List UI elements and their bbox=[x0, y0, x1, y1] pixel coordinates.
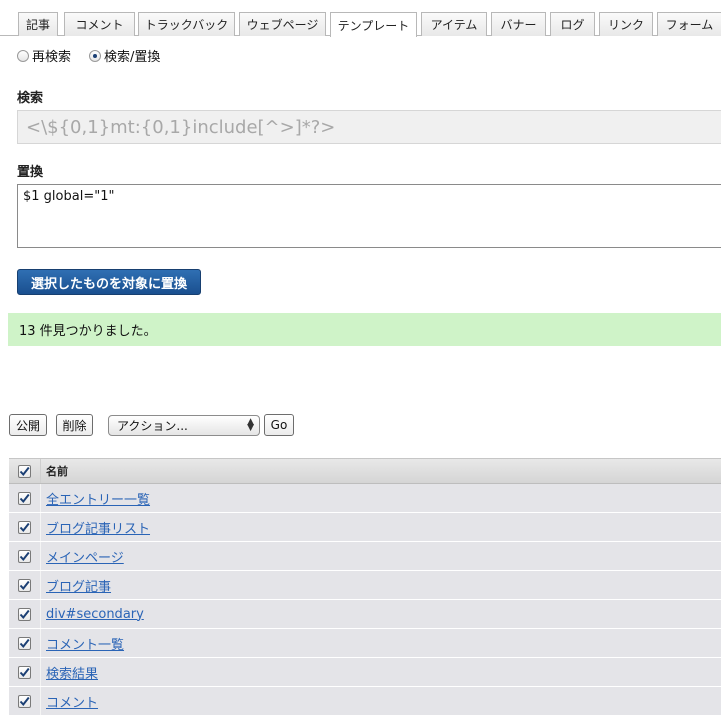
search-input[interactable]: <\${0,1}mt:{0,1}include[^>]*?> bbox=[17, 110, 721, 144]
tab-comments[interactable]: コメント bbox=[64, 12, 135, 36]
tab-trackbacks[interactable]: トラックバック bbox=[138, 12, 235, 36]
radio-unchecked[interactable] bbox=[17, 49, 29, 62]
template-name-link[interactable]: メインページ bbox=[41, 547, 124, 566]
go-button[interactable]: Go bbox=[264, 414, 294, 436]
mode-option-label: 再検索 bbox=[32, 50, 72, 65]
template-name-link[interactable]: div#secondary bbox=[41, 607, 144, 622]
row-checkbox-cell bbox=[9, 484, 41, 512]
result-message: 13 件見つかりました。 bbox=[8, 313, 721, 346]
row-checkbox-cell bbox=[9, 658, 41, 686]
row-checkbox-cell bbox=[9, 629, 41, 657]
template-name-link[interactable]: ブログ記事リスト bbox=[41, 518, 150, 537]
tab-forms[interactable]: フォーム bbox=[657, 12, 721, 36]
check-icon bbox=[19, 696, 30, 706]
row-checkbox[interactable] bbox=[18, 665, 31, 679]
replace-selected-button[interactable]: 選択したものを対象に置換 bbox=[17, 269, 201, 295]
tab-logs[interactable]: ログ bbox=[550, 12, 595, 36]
tab-items[interactable]: アイテム bbox=[421, 12, 487, 36]
tab-bar: 記事 コメント トラックバック ウェブページ テンプレート アイテム バナー ロ… bbox=[0, 0, 721, 37]
delete-button[interactable]: 削除 bbox=[56, 414, 93, 436]
check-icon bbox=[19, 609, 30, 619]
search-label: 検索 bbox=[17, 91, 44, 106]
row-checkbox[interactable] bbox=[18, 578, 31, 592]
table-row: コメント一覧 bbox=[9, 629, 721, 658]
row-checkbox-cell bbox=[9, 513, 41, 541]
row-checkbox[interactable] bbox=[18, 607, 31, 621]
check-icon bbox=[19, 493, 30, 503]
row-checkbox-cell bbox=[9, 571, 41, 599]
template-table: 名前 全エントリー一覧 ブログ記事リスト メインページ ブログ記事 div#second… bbox=[9, 458, 721, 716]
action-select-value: アクション... bbox=[117, 419, 188, 433]
select-arrows-icon: ▲ ▼ bbox=[247, 417, 254, 433]
tab-entries[interactable]: 記事 bbox=[18, 12, 58, 36]
row-checkbox[interactable] bbox=[18, 636, 31, 650]
table-row: 検索結果 bbox=[9, 658, 721, 687]
tab-webpages[interactable]: ウェブページ bbox=[239, 12, 326, 36]
publish-button[interactable]: 公開 bbox=[9, 414, 47, 436]
check-icon bbox=[19, 551, 30, 561]
template-name-link[interactable]: ブログ記事 bbox=[41, 576, 111, 595]
template-name-link[interactable]: コメント一覧 bbox=[41, 634, 124, 653]
row-checkbox[interactable] bbox=[18, 520, 31, 534]
mode-radio-group: 再検索 検索/置換 bbox=[17, 46, 178, 65]
table-row: ブログ記事リスト bbox=[9, 513, 721, 542]
mode-option-search-replace[interactable]: 検索/置換 bbox=[89, 46, 160, 65]
row-checkbox-cell bbox=[9, 600, 41, 628]
tab-templates[interactable]: テンプレート bbox=[330, 12, 417, 37]
action-select[interactable]: アクション... ▲ ▼ bbox=[108, 415, 260, 436]
check-icon bbox=[19, 638, 30, 648]
radio-checked[interactable] bbox=[89, 49, 102, 62]
row-checkbox-cell bbox=[9, 542, 41, 570]
table-row: コメント bbox=[9, 687, 721, 716]
mode-option-label: 検索/置換 bbox=[104, 50, 161, 65]
row-checkbox[interactable] bbox=[18, 549, 31, 563]
select-all-checkbox[interactable] bbox=[18, 464, 31, 478]
table-row: メインページ bbox=[9, 542, 721, 571]
row-checkbox-cell bbox=[9, 687, 41, 715]
check-icon bbox=[19, 522, 30, 532]
row-checkbox[interactable] bbox=[18, 694, 31, 708]
select-all-cell bbox=[9, 459, 41, 483]
replace-input[interactable]: $1 global="1" bbox=[17, 184, 721, 248]
row-checkbox[interactable] bbox=[18, 491, 31, 505]
table-row: ブログ記事 bbox=[9, 571, 721, 600]
table-row: div#secondary bbox=[9, 600, 721, 629]
table-body: 全エントリー一覧 ブログ記事リスト メインページ ブログ記事 div#secondary… bbox=[9, 484, 721, 716]
mode-option-research[interactable]: 再検索 bbox=[17, 46, 71, 65]
template-name-link[interactable]: 検索結果 bbox=[41, 663, 98, 682]
table-row: 全エントリー一覧 bbox=[9, 484, 721, 513]
check-icon bbox=[19, 667, 30, 677]
check-icon bbox=[19, 580, 30, 590]
tab-banners[interactable]: バナー bbox=[491, 12, 546, 36]
tab-links[interactable]: リンク bbox=[599, 12, 653, 36]
template-name-link[interactable]: コメント bbox=[41, 692, 98, 711]
column-header-name[interactable]: 名前 bbox=[41, 463, 68, 479]
template-name-link[interactable]: 全エントリー一覧 bbox=[41, 489, 150, 508]
check-icon bbox=[19, 466, 30, 476]
replace-label: 置換 bbox=[17, 165, 44, 180]
table-header: 名前 bbox=[9, 458, 721, 484]
